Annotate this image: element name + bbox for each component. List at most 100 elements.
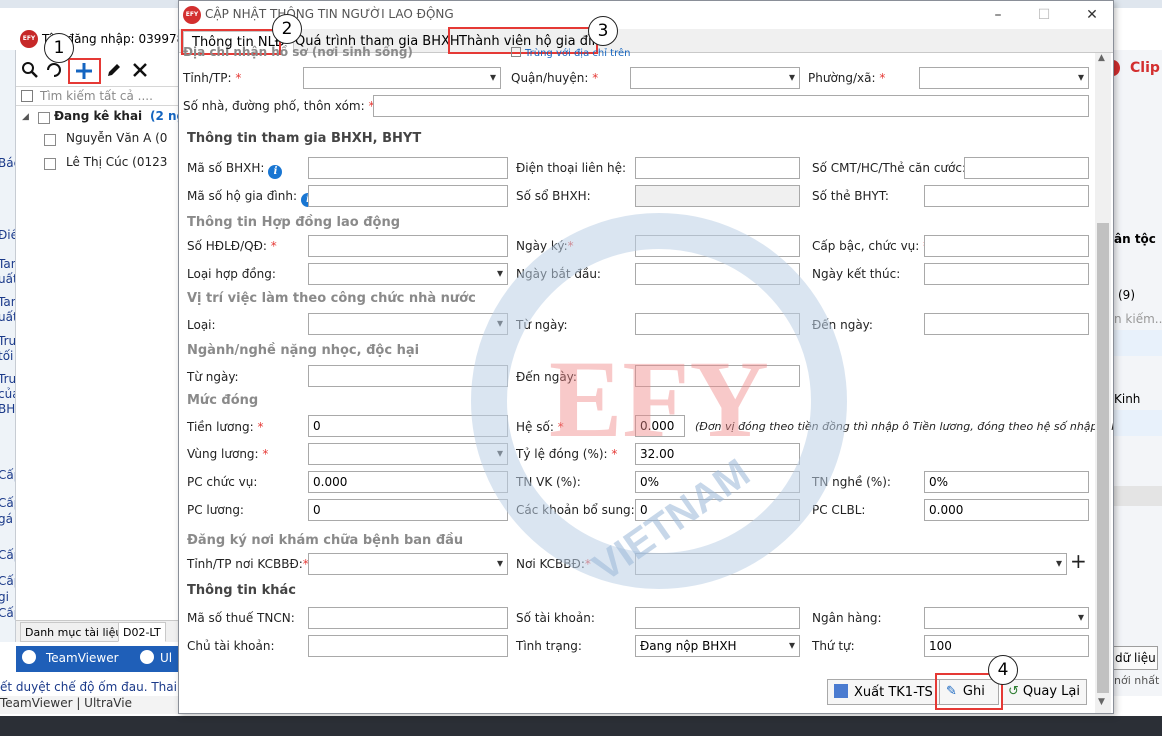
tinh-trang-label: Tình trạng: [516, 639, 582, 653]
strip-text[interactable]: Điề [0, 228, 15, 242]
phuong-select[interactable] [919, 67, 1089, 89]
list-item[interactable]: Lê Thị Cúc (0123 [16, 152, 184, 176]
scroll-up-icon[interactable]: ▲ [1098, 53, 1105, 63]
strip-text[interactable]: uất [0, 272, 15, 286]
info-icon[interactable]: i [268, 165, 283, 179]
strip-text[interactable]: Bác [0, 156, 15, 170]
ngan-hang-select[interactable] [924, 607, 1089, 629]
nghe-tu-ngay-input[interactable] [308, 365, 508, 387]
cap-bac-input[interactable] [924, 235, 1089, 257]
close-icon[interactable]: ✕ [1079, 5, 1105, 25]
so-cmt-label: Số CMT/HC/Thẻ căn cước:* [812, 161, 972, 175]
pc-clbl-label: PC CLBL: [812, 503, 866, 517]
so-so-bhxh-input[interactable] [635, 185, 800, 207]
minimize-icon[interactable]: – [985, 5, 1011, 25]
tn-vk-input[interactable]: 0% [635, 471, 800, 493]
ma-so-bhxh-label: Mã số BHXH: i [187, 161, 283, 179]
thu-tu-input[interactable]: 100 [924, 635, 1089, 657]
nghe-den-ngay-input[interactable] [635, 365, 800, 387]
ma-so-bhxh-input[interactable] [308, 157, 508, 179]
pc-clbl-input[interactable]: 0.000 [924, 499, 1089, 521]
so-cmt-input[interactable] [964, 157, 1089, 179]
clip-label[interactable]: Clip [1130, 60, 1160, 76]
ngay-ky-label: Ngày ký:* [516, 239, 574, 253]
ultraviewer-label[interactable]: Ul [140, 650, 172, 665]
pc-chuc-vu-input[interactable]: 0.000 [308, 471, 508, 493]
so-tk-input[interactable] [635, 607, 800, 629]
ngay-bd-label: Ngày bắt đầu: [516, 267, 601, 281]
strip-text[interactable]: của [0, 387, 15, 401]
delete-x-icon[interactable] [130, 61, 150, 81]
strip-text[interactable]: Cấp [0, 548, 15, 562]
strip-text[interactable]: Tru [0, 372, 15, 386]
vung-luong-select[interactable] [308, 443, 508, 465]
right-search-input[interactable]: n kiếm... [1114, 312, 1162, 326]
strip-text[interactable]: Tan [0, 257, 15, 271]
collapse-caret-icon[interactable]: ◢ [22, 112, 29, 122]
data-button[interactable]: dữ liệu [1112, 646, 1158, 670]
row-label: Lê Thị Cúc (0123 [66, 155, 168, 169]
back-button[interactable]: ↺ Quay Lại [1001, 679, 1087, 705]
maximize-icon[interactable]: ☐ [1031, 5, 1057, 25]
quan-select[interactable] [630, 67, 800, 89]
strip-text[interactable]: Tru [0, 334, 15, 348]
strip-text[interactable]: Tan [0, 295, 15, 309]
strip-text[interactable]: Cấp [0, 606, 15, 620]
tien-luong-input[interactable]: 0 [308, 415, 508, 437]
scrollbar-thumb[interactable] [1097, 223, 1109, 693]
edit-pencil-icon[interactable] [104, 61, 124, 81]
teamviewer-label[interactable]: TeamViewer [22, 650, 119, 665]
list-item[interactable]: Nguyễn Văn A (0 [16, 128, 184, 152]
strip-text[interactable]: BH [0, 402, 15, 416]
select-all-checkbox[interactable] [21, 90, 33, 102]
kcb-noi-select[interactable] [635, 553, 1067, 575]
khoan-bs-input[interactable]: 0 [635, 499, 800, 521]
phuong-label: Phường/xã: * [808, 71, 886, 85]
kcb-tinh-label: Tỉnh/TP nơi KCBBĐ:* [187, 557, 309, 571]
strip-text[interactable]: Cấp [0, 574, 15, 588]
pc-luong-input[interactable]: 0 [308, 499, 508, 521]
refresh-icon[interactable] [44, 61, 64, 81]
strip-text[interactable]: tối [0, 349, 13, 363]
row-checkbox[interactable] [44, 158, 56, 170]
vitri-den-ngay-input[interactable] [924, 313, 1089, 335]
search-icon[interactable] [20, 61, 40, 81]
strip-text[interactable]: Cấp [0, 496, 15, 510]
ty-le-input[interactable]: 32.00 [635, 443, 800, 465]
loai-hd-select[interactable] [308, 263, 508, 285]
group-checkbox[interactable] [38, 112, 50, 124]
vitri-loai-label: Loại: [187, 318, 216, 332]
tab-danh-muc[interactable]: Danh mục tài liệu [20, 622, 128, 642]
strip-text[interactable]: gi [0, 590, 9, 604]
export-tk1-button[interactable]: Xuất TK1-TS [827, 679, 940, 705]
left-search-input[interactable]: Tìm kiếm tất cả .... [40, 89, 153, 103]
tab-d02[interactable]: D02-LT [118, 622, 166, 642]
row-checkbox[interactable] [44, 134, 56, 146]
quan-label: Quận/huyện: * [511, 71, 599, 85]
add-kcb-icon[interactable]: + [1070, 551, 1087, 571]
so-the-bhyt-input[interactable] [924, 185, 1089, 207]
tinh-trang-select[interactable]: Đang nộp BHXH [635, 635, 800, 657]
tinh-select[interactable] [303, 67, 501, 89]
sonha-input[interactable] [373, 95, 1089, 117]
same-address-checkbox[interactable]: Trùng với địa chỉ trên [511, 47, 630, 59]
scroll-down-icon[interactable]: ▼ [1098, 697, 1105, 707]
so-hdld-input[interactable] [308, 235, 508, 257]
status-text: ết duyệt chế độ ốm đau. Thai [0, 680, 177, 694]
tn-nghe-input[interactable]: 0% [924, 471, 1089, 493]
strip-text[interactable]: gá [0, 512, 13, 526]
ma-thue-input[interactable] [308, 607, 508, 629]
he-so-input[interactable]: 0.000 [635, 415, 685, 437]
ngay-kt-input[interactable] [924, 263, 1089, 285]
chu-tk-input[interactable] [308, 635, 508, 657]
vitri-loai-select[interactable] [308, 313, 508, 335]
strip-text[interactable]: Cấp [0, 468, 15, 482]
ngay-bd-input[interactable] [635, 263, 800, 285]
tree-group[interactable]: ◢ Đang kê khai (2 ng [16, 106, 184, 130]
kcb-tinh-select[interactable] [308, 553, 508, 575]
ngay-ky-input[interactable] [635, 235, 800, 257]
dien-thoai-input[interactable] [635, 157, 800, 179]
strip-text[interactable]: uất [0, 310, 15, 324]
vitri-tu-ngay-input[interactable] [635, 313, 800, 335]
ma-so-hgd-input[interactable] [308, 185, 508, 207]
